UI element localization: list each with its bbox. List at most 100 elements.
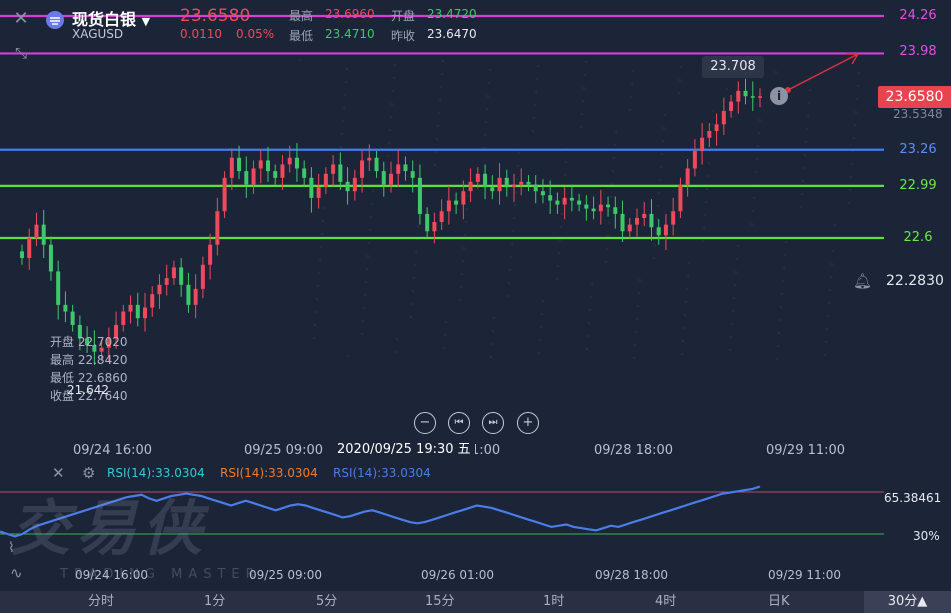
candle-body <box>309 177 314 198</box>
candle-body <box>483 173 488 188</box>
period-tab-15m[interactable]: 15分 <box>425 591 455 613</box>
candle-body <box>613 207 618 214</box>
scroll-right-button[interactable]: ⏭ <box>482 412 504 434</box>
map-dot <box>483 133 487 137</box>
map-dot <box>656 204 660 208</box>
info-icon[interactable]: i <box>770 87 788 105</box>
map-dot <box>434 150 438 154</box>
candle-body <box>128 304 133 312</box>
candle-body <box>193 288 198 305</box>
map-dot <box>653 243 657 247</box>
map-dot <box>362 306 366 310</box>
map-dot <box>756 144 760 148</box>
map-dot <box>634 330 638 334</box>
period-tab-5m[interactable]: 5分 <box>316 591 337 613</box>
period-tab-1m[interactable]: 1分 <box>204 591 225 613</box>
candle-body <box>635 217 639 225</box>
candle-body <box>490 187 495 192</box>
map-dot <box>556 264 560 268</box>
map-dot <box>540 312 544 316</box>
candle-body <box>584 204 589 209</box>
line-tool-icon[interactable]: ∿ <box>10 564 23 582</box>
period-tab-daily[interactable]: 日K <box>768 591 790 613</box>
map-dot <box>364 280 368 284</box>
map-dot <box>586 334 590 338</box>
rsi-label-1: RSI(14):33.0304 <box>107 466 205 480</box>
candle-body <box>475 173 480 182</box>
candle-body <box>577 200 582 205</box>
candle-body <box>678 184 683 212</box>
map-dot <box>346 354 350 358</box>
map-dot <box>555 277 559 281</box>
map-dot <box>730 322 734 326</box>
current-price-tag: 23.6580 <box>878 86 951 108</box>
map-dot <box>652 256 656 260</box>
map-dot <box>633 343 637 347</box>
map-dot <box>508 268 512 272</box>
map-dot <box>682 326 686 330</box>
zoom-out-button[interactable]: − <box>414 412 436 434</box>
candle-body <box>352 177 357 192</box>
map-dot <box>441 59 445 63</box>
map-dot <box>757 131 761 135</box>
candle-body <box>389 173 393 185</box>
indicator-icon[interactable]: ⌇ <box>8 540 15 556</box>
rsi-time-label: 09/28 18:00 <box>595 568 668 582</box>
current-price: 23.6580 <box>180 6 251 26</box>
map-dot <box>411 289 415 293</box>
candle-body <box>345 181 350 192</box>
map-dot <box>684 300 688 304</box>
map-dot <box>581 99 585 103</box>
map-dot <box>830 262 834 266</box>
map-dot <box>612 156 616 160</box>
map-dot <box>314 310 318 314</box>
map-dot <box>704 200 708 204</box>
map-dot <box>322 206 326 210</box>
candle-body <box>294 157 299 169</box>
collapse-icon[interactable]: ⤡ <box>8 40 34 66</box>
close-icon[interactable]: ✕ <box>8 6 34 32</box>
map-dot <box>706 174 710 178</box>
map-dot <box>531 129 535 133</box>
map-dot <box>393 63 397 67</box>
map-dot <box>538 338 542 342</box>
map-dot <box>442 346 446 350</box>
candle-body <box>121 311 126 325</box>
candle-body <box>540 191 545 196</box>
map-dot <box>412 276 416 280</box>
period-selector[interactable]: 30分▲ <box>864 591 951 613</box>
period-tab-4h[interactable]: 4时 <box>655 591 676 613</box>
map-dot <box>833 223 837 227</box>
candlestick-series <box>20 78 762 366</box>
period-tab-timeshare[interactable]: 分时 <box>88 591 114 613</box>
map-dot <box>780 292 784 296</box>
map-dot <box>613 143 617 147</box>
ohlc-open-value: 22.7020 <box>77 335 128 349</box>
candle-body <box>685 168 690 185</box>
candle-body <box>461 191 466 205</box>
map-dot <box>557 251 561 255</box>
map-dot <box>535 77 539 81</box>
bell-icon[interactable]: 🔔︎ <box>853 272 872 290</box>
candle-body <box>743 90 748 97</box>
map-dot <box>389 115 393 119</box>
map-dot <box>661 139 665 143</box>
map-dot <box>361 319 365 323</box>
map-dot <box>321 219 325 223</box>
candle-body <box>512 184 516 188</box>
candle-body <box>360 160 365 178</box>
period-tab-1h[interactable]: 1时 <box>543 591 564 613</box>
candle-body <box>150 294 155 308</box>
map-dot <box>755 157 759 161</box>
candle-body <box>606 204 611 208</box>
candle-body <box>598 204 603 212</box>
zoom-in-button[interactable]: + <box>517 412 539 434</box>
map-dot <box>388 128 392 132</box>
map-dot <box>605 247 609 251</box>
scroll-left-button[interactable]: ⏮ <box>448 412 470 434</box>
candle-body <box>200 264 205 289</box>
map-dot <box>465 207 469 211</box>
trend-arrow <box>785 53 859 93</box>
map-dot <box>460 272 464 276</box>
high-value: 23.6960 <box>325 7 375 21</box>
